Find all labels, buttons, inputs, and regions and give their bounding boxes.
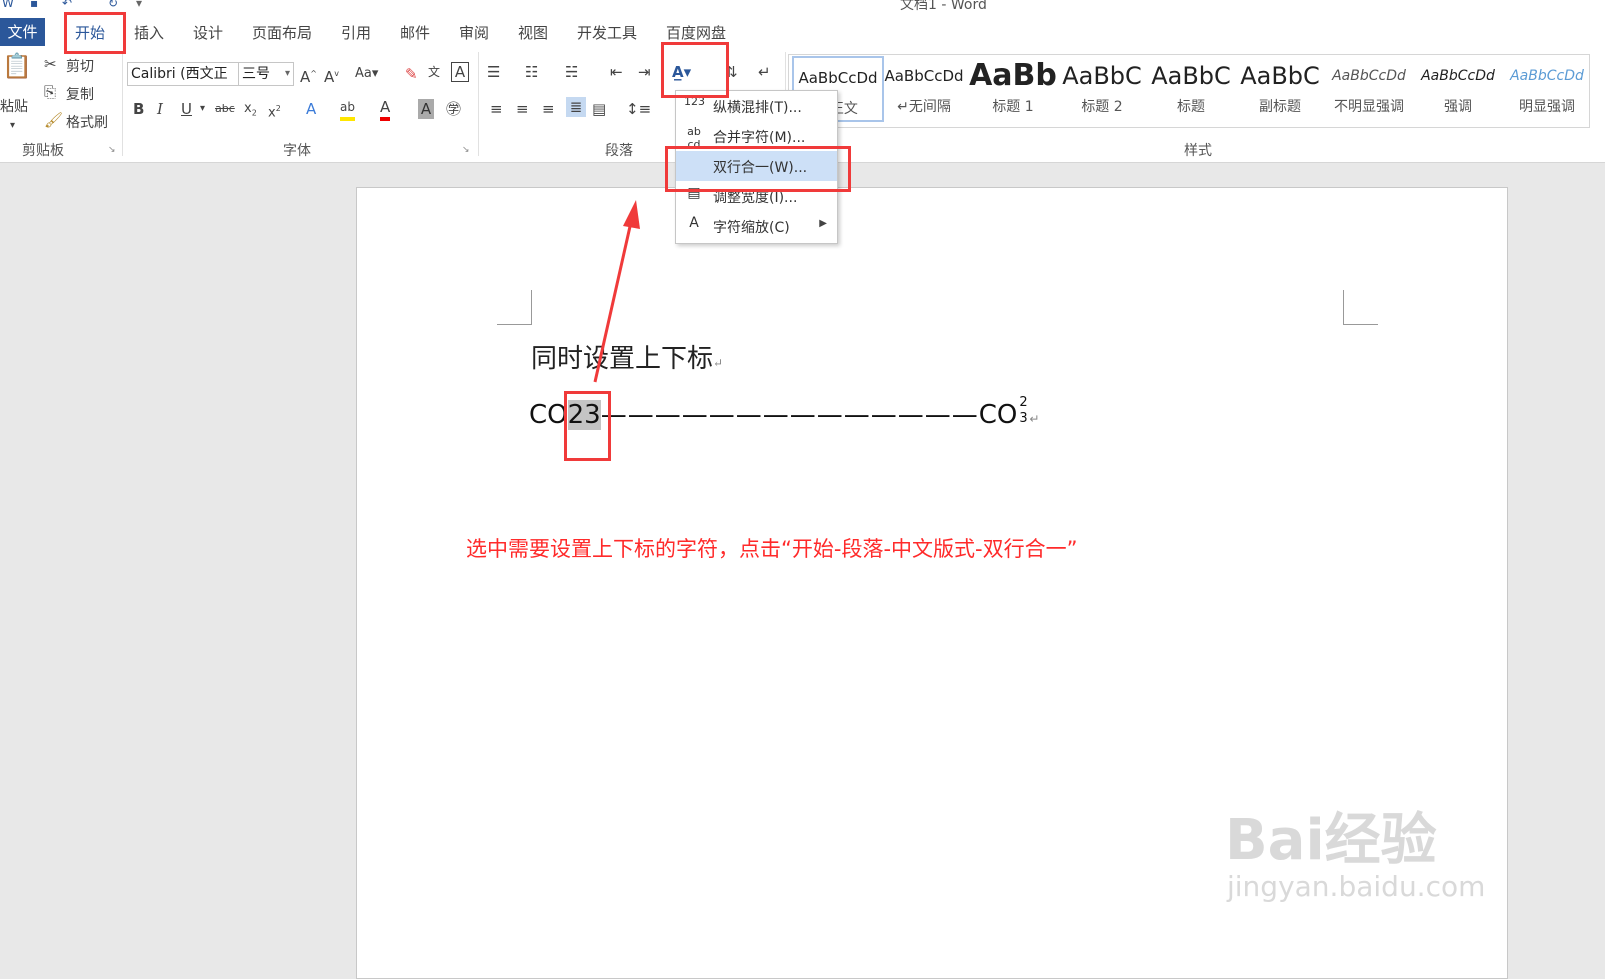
watermark-brand: Bai经验	[1225, 808, 1437, 873]
baidu-watermark-logo: Bai经验	[1225, 795, 1437, 876]
arrow-head-icon	[623, 200, 640, 229]
arrow-shaft	[593, 221, 633, 383]
watermark-url: jingyan.baidu.com	[1227, 870, 1486, 903]
